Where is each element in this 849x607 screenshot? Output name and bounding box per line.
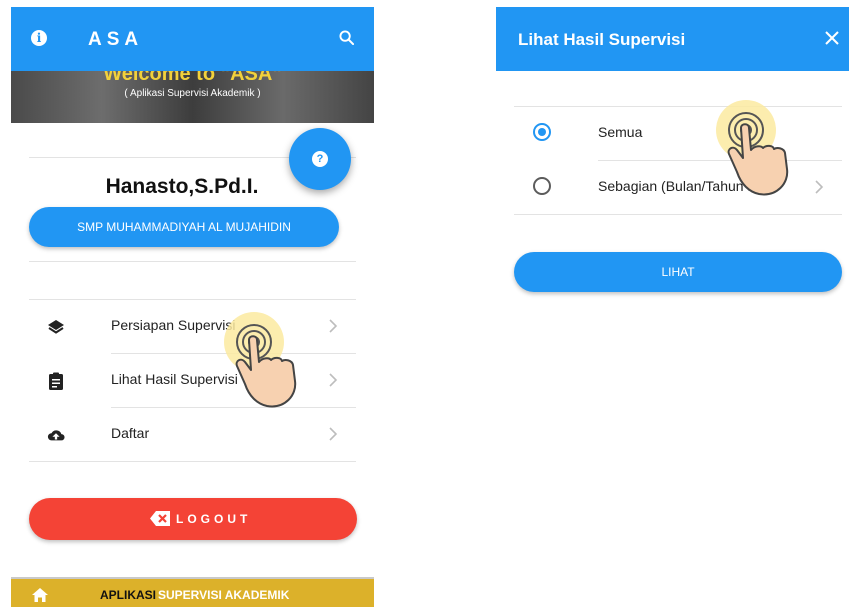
menu-item-label: Daftar bbox=[111, 425, 150, 441]
radio-selected[interactable] bbox=[533, 123, 551, 141]
option-semua[interactable]: Semua bbox=[514, 106, 842, 160]
menu-item-persiapan-supervisi[interactable]: Persiapan Supervisi bbox=[29, 299, 356, 353]
divider bbox=[29, 461, 356, 462]
divider bbox=[29, 261, 356, 262]
chevron-right-icon bbox=[815, 180, 824, 194]
user-name: Hanasto,S.Pd.I. bbox=[105, 175, 259, 198]
welcome-banner: Welcome to "ASA" ( Aplikasi Supervisi Ak… bbox=[11, 71, 374, 123]
info-icon[interactable] bbox=[31, 30, 47, 46]
chevron-right-icon bbox=[329, 373, 338, 387]
school-button[interactable]: SMP MUHAMMADIYAH AL MUJAHIDIN bbox=[29, 207, 339, 247]
banner-subtitle: ( Aplikasi Supervisi Akademik ) bbox=[124, 88, 261, 99]
lihat-button[interactable]: LIHAT bbox=[514, 252, 842, 292]
option-label: Sebagian (Bulan/Tahun Pela bbox=[598, 178, 776, 194]
radio-unselected[interactable] bbox=[533, 177, 551, 195]
bottom-bar: APLIKASI SUPERVISI AKADEMIK bbox=[11, 577, 374, 607]
app-bar: Lihat Hasil Supervisi bbox=[496, 7, 849, 71]
app-title: ASA bbox=[88, 29, 144, 50]
backspace-icon bbox=[150, 511, 170, 526]
menu-item-label: Persiapan Supervisi bbox=[111, 317, 236, 333]
chevron-right-icon bbox=[329, 427, 338, 441]
banner-welcome-text: Welcome to "ASA" bbox=[103, 71, 282, 85]
logout-label: LOGOUT bbox=[176, 512, 252, 526]
home-icon[interactable] bbox=[31, 587, 49, 603]
logout-button[interactable]: LOGOUT bbox=[29, 498, 357, 540]
option-label: Semua bbox=[598, 124, 643, 140]
app-bar: ASA bbox=[11, 7, 374, 71]
clipboard-icon bbox=[49, 372, 63, 390]
bottom-bar-text-supervisi: SUPERVISI AKADEMIK bbox=[158, 588, 290, 602]
menu-item-lihat-hasil-supervisi[interactable]: Lihat Hasil Supervisi bbox=[29, 353, 356, 407]
chevron-right-icon bbox=[329, 319, 338, 333]
bottom-bar-text-aplikasi: APLIKASI bbox=[100, 588, 157, 602]
lihat-hasil-dialog-screen: Lihat Hasil Supervisi Semua Sebagian (Bu… bbox=[496, 7, 849, 607]
main-menu-screen: ASA Welcome to "ASA" ( Aplikasi Supervis… bbox=[11, 7, 374, 607]
layers-icon bbox=[48, 320, 64, 334]
search-icon[interactable] bbox=[339, 30, 354, 45]
screen-title: Lihat Hasil Supervisi bbox=[518, 30, 686, 49]
divider bbox=[514, 214, 842, 215]
menu-item-label: Lihat Hasil Supervisi bbox=[111, 371, 238, 387]
option-sebagian[interactable]: Sebagian (Bulan/Tahun Pela bbox=[514, 160, 842, 214]
cloud-upload-icon bbox=[47, 430, 65, 441]
menu-item-daftar[interactable]: Daftar bbox=[29, 407, 356, 461]
close-icon[interactable] bbox=[825, 31, 839, 45]
help-icon bbox=[312, 151, 328, 167]
